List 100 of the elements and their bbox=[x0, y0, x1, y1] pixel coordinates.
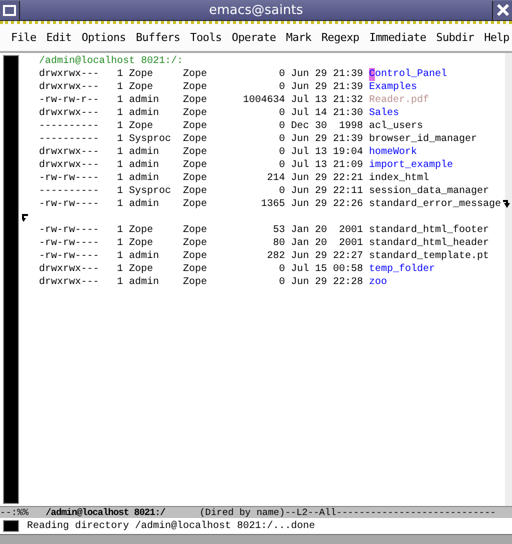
link-count: 1 bbox=[116, 237, 123, 250]
file-time: 21:39 bbox=[332, 133, 363, 146]
file-time: 21:32 bbox=[332, 94, 363, 107]
group: Zope bbox=[183, 237, 213, 250]
file-name[interactable]: standard_html_header bbox=[369, 237, 490, 250]
link-count: 1 bbox=[116, 107, 123, 120]
file-time: 22:11 bbox=[332, 185, 363, 198]
file-time: 21:30 bbox=[332, 107, 363, 120]
file-size: 0 bbox=[278, 146, 285, 159]
file-size: 80 bbox=[272, 237, 285, 250]
menu-item[interactable]: Buffers bbox=[130, 31, 186, 44]
permissions: -rw-rw---- bbox=[39, 198, 99, 211]
permissions: drwxrwx--- bbox=[39, 159, 99, 172]
menu-item[interactable]: Edit bbox=[41, 31, 77, 44]
file-name[interactable]: homeWork bbox=[369, 146, 418, 159]
file-name[interactable]: Examples bbox=[369, 81, 418, 94]
file-time: 21:09 bbox=[332, 159, 363, 172]
link-count: 1 bbox=[116, 146, 123, 159]
permissions: drwxrwx--- bbox=[39, 107, 99, 120]
file-time: 22:26 bbox=[332, 198, 363, 211]
menu-item[interactable]: Regexp bbox=[316, 31, 364, 44]
owner: admin bbox=[129, 146, 160, 159]
group: Zope bbox=[183, 133, 213, 146]
file-date: Jun 29 bbox=[291, 133, 327, 146]
file-name[interactable]: import_example bbox=[369, 159, 454, 172]
file-size: 0 bbox=[278, 263, 285, 276]
group: Zope bbox=[183, 263, 213, 276]
file-size: 0 bbox=[278, 159, 285, 172]
file-date: Dec 30 bbox=[291, 120, 327, 133]
permissions: -rw-rw---- bbox=[39, 237, 99, 250]
directory-header: /admin@localhost 8021:/: bbox=[39, 55, 184, 68]
owner: Zope bbox=[129, 120, 154, 133]
file-time: 21:39 bbox=[332, 81, 363, 94]
owner: Zope bbox=[129, 263, 154, 276]
owner: Sysproc bbox=[129, 185, 172, 198]
owner: Zope bbox=[129, 224, 154, 237]
file-date: Jun 29 bbox=[291, 185, 327, 198]
permissions: -rw-rw---- bbox=[39, 172, 99, 185]
window-menu-button[interactable] bbox=[0, 0, 20, 20]
group: Zope bbox=[183, 146, 213, 159]
group: Zope bbox=[183, 250, 213, 263]
file-name[interactable]: zoo bbox=[369, 276, 388, 289]
echo-message: Reading directory /admin@localhost 8021:/...done bbox=[27, 520, 316, 532]
file-name[interactable]: standard_html_footer bbox=[369, 224, 490, 237]
link-count: 1 bbox=[116, 159, 123, 172]
file-size: 1365 bbox=[260, 198, 285, 211]
menu-item[interactable]: Immediate bbox=[364, 31, 432, 44]
link-count: 1 bbox=[116, 185, 123, 198]
group: Zope bbox=[183, 68, 213, 81]
file-time: 19:04 bbox=[332, 146, 363, 159]
permissions: ---------- bbox=[39, 185, 99, 198]
owner: Zope bbox=[129, 68, 154, 81]
file-name[interactable]: temp_folder bbox=[369, 263, 436, 276]
menu-item[interactable]: Mark bbox=[281, 31, 316, 44]
permissions: drwxrwx--- bbox=[39, 146, 99, 159]
menu-item[interactable]: Tools bbox=[185, 31, 227, 44]
file-size: 0 bbox=[278, 185, 285, 198]
menu-item[interactable]: Options bbox=[76, 31, 131, 44]
file-size: 0 bbox=[278, 107, 285, 120]
menu-item[interactable]: Operate bbox=[226, 31, 282, 44]
menu-item[interactable]: Subdir bbox=[431, 31, 480, 44]
permissions: ---------- bbox=[39, 120, 99, 133]
file-date: Jan 20 bbox=[291, 224, 327, 237]
owner: Zope bbox=[129, 237, 154, 250]
file-date: Jul 13 bbox=[291, 94, 327, 107]
file-date: Jun 29 bbox=[291, 198, 327, 211]
close-button[interactable] bbox=[492, 0, 512, 20]
file-size: 0 bbox=[278, 81, 285, 94]
close-icon bbox=[496, 3, 510, 17]
permissions: ---------- bbox=[39, 133, 99, 146]
buffer-status: --:%% bbox=[0, 507, 29, 518]
group: Zope bbox=[183, 159, 213, 172]
menu-item[interactable]: File bbox=[6, 31, 42, 44]
file-date: Jun 29 bbox=[291, 276, 327, 289]
file-name[interactable]: acl_users bbox=[369, 120, 424, 133]
file-name[interactable]: standard_error_message bbox=[369, 198, 502, 211]
file-date: Jul 14 bbox=[291, 107, 327, 120]
permissions: -rw-rw---- bbox=[39, 224, 99, 237]
scrollbar[interactable] bbox=[3, 55, 19, 504]
owner: Sysproc bbox=[129, 133, 172, 146]
link-count: 1 bbox=[116, 68, 123, 81]
link-count: 1 bbox=[116, 172, 123, 185]
permissions: drwxrwx--- bbox=[39, 263, 99, 276]
file-name[interactable]: session_data_manager bbox=[369, 185, 490, 198]
file-size: 0 bbox=[278, 120, 285, 133]
link-count: 1 bbox=[116, 120, 123, 133]
owner: admin bbox=[129, 276, 160, 289]
file-name[interactable]: Sales bbox=[369, 107, 400, 120]
file-name[interactable]: browser_id_manager bbox=[369, 133, 478, 146]
file-name[interactable]: index_html bbox=[369, 172, 430, 185]
file-time: 2001 bbox=[338, 237, 363, 250]
link-count: 1 bbox=[116, 133, 123, 146]
menu-item[interactable]: Help bbox=[479, 31, 512, 44]
file-name[interactable]: standard_template.pt bbox=[369, 250, 490, 263]
group: Zope bbox=[183, 94, 213, 107]
minibuffer-scrollbar bbox=[3, 520, 19, 532]
file-time: 22:27 bbox=[332, 250, 363, 263]
file-date: Jun 29 bbox=[291, 250, 327, 263]
file-size: 0 bbox=[278, 276, 285, 289]
owner: admin bbox=[129, 198, 160, 211]
